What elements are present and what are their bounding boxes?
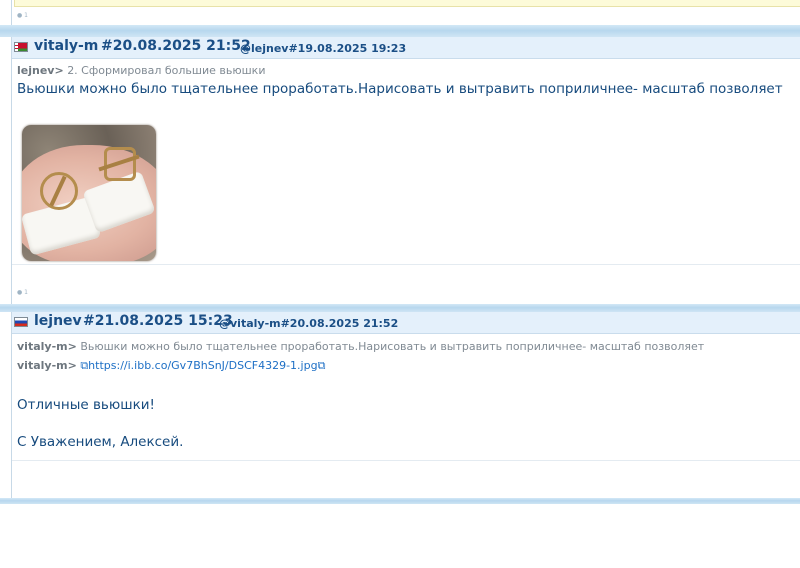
quote-text: 2. Сформировал большие вьюшки — [67, 64, 266, 77]
quote-text: Вьюшки можно было тщательнее проработать… — [80, 340, 705, 353]
post-divider — [0, 304, 800, 312]
quote: vitaly-m> Вьюшки можно было тщательнее п… — [17, 340, 704, 353]
flag-icon — [14, 317, 28, 327]
quote: lejnev> 2. Сформировал большие вьюшки — [17, 64, 265, 77]
comment-icon: ● — [17, 289, 23, 296]
reply-counter[interactable]: ● 1 — [17, 289, 28, 296]
reply-to-link[interactable]: @vitaly-m#20.08.2025 21:52 — [219, 317, 398, 330]
post-author[interactable]: lejnev — [34, 313, 82, 329]
flag-icon — [14, 42, 28, 52]
post-separator — [12, 460, 800, 461]
previous-post-quote-box — [14, 0, 800, 7]
post-date-link[interactable]: #20.08.2025 21:52 — [101, 38, 251, 54]
post-author[interactable]: vitaly-m — [34, 38, 98, 54]
external-link-icon: ⧉ — [80, 359, 89, 372]
post-separator — [12, 264, 800, 265]
reply-to-link[interactable]: @lejnev#19.08.2025 19:23 — [240, 42, 406, 55]
previous-post: ● 1 — [11, 0, 800, 25]
quote: vitaly-m> ⧉https://i.ibb.co/Gv7BhSnJ/DSC… — [17, 359, 325, 373]
post-signature: С Уважением, Алексей. — [17, 434, 184, 450]
post-divider — [0, 498, 800, 504]
attached-photo[interactable] — [22, 125, 156, 261]
quote-author[interactable]: vitaly-m> — [17, 340, 77, 353]
quote-author[interactable]: lejnev> — [17, 64, 64, 77]
post-body-line: Отличные вьюшки! — [17, 397, 155, 413]
external-link-icon: ⧉ — [317, 359, 326, 372]
image-link[interactable]: ⧉https://i.ibb.co/Gv7BhSnJ/DSCF4329-1.jp… — [80, 359, 325, 372]
post-header: lejnev #21.08.2025 15:23 @vitaly-m#20.08… — [12, 312, 800, 334]
quote-author[interactable]: vitaly-m> — [17, 359, 77, 372]
post-header: vitaly-m #20.08.2025 21:52 @lejnev#19.08… — [12, 37, 800, 59]
comment-icon: ● — [17, 12, 23, 19]
post-body: Вьюшки можно было тщательнее проработать… — [17, 81, 783, 97]
forum-post: lejnev #21.08.2025 15:23 @vitaly-m#20.08… — [11, 312, 800, 498]
reply-count: 1 — [24, 289, 28, 296]
image-link-text: https://i.ibb.co/Gv7BhSnJ/DSCF4329-1.jpg — [88, 359, 318, 372]
reply-count: 1 — [24, 12, 28, 19]
post-divider — [0, 25, 800, 37]
forum-post: vitaly-m #20.08.2025 21:52 @lejnev#19.08… — [11, 37, 800, 304]
reply-counter[interactable]: ● 1 — [17, 12, 28, 19]
post-date-link[interactable]: #21.08.2025 15:23 — [83, 313, 233, 329]
